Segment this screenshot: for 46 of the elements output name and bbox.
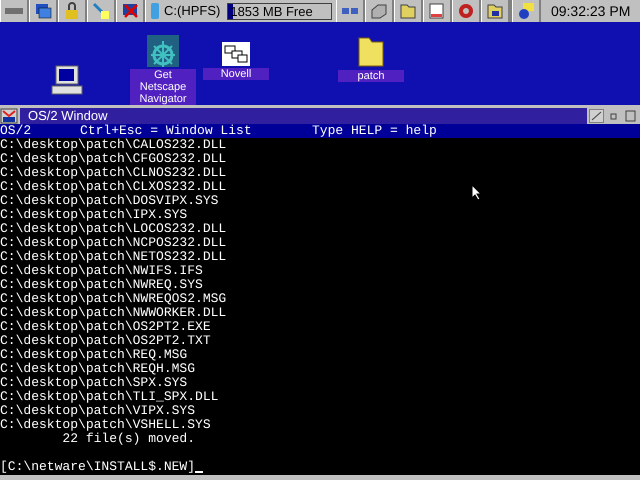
output-line: C:\desktop\patch\CALOS232.DLL xyxy=(0,138,226,152)
text-cursor xyxy=(195,471,204,473)
hide-button-icon[interactable] xyxy=(589,108,604,122)
output-line: C:\desktop\patch\OS2PT2.TXT xyxy=(0,334,211,348)
ship-wheel-icon[interactable] xyxy=(147,35,179,67)
output-line: C:\desktop\patch\VIPX.SYS xyxy=(0,404,196,418)
lock-icon[interactable] xyxy=(63,2,81,20)
output-line: C:\desktop\patch\OS2PT2.EXE xyxy=(0,320,211,334)
output-line: C:\desktop\patch\CLXOS232.DLL xyxy=(0,180,226,194)
output-line: C:\desktop\patch\LOCOS232.DLL xyxy=(0,222,226,236)
computer-icon[interactable] xyxy=(50,64,84,96)
output-line: 22 file(s) moved. xyxy=(61,432,196,446)
clock: 09:32:23 PM xyxy=(550,3,632,19)
output-line: C:\desktop\patch\REQ.MSG xyxy=(0,348,188,362)
windows-icon[interactable] xyxy=(222,42,250,66)
output-line: C:\desktop\patch\DOSVIPX.SYS xyxy=(0,194,218,208)
folder-icon[interactable] xyxy=(357,36,385,68)
windows-icon[interactable] xyxy=(34,2,52,20)
icon-label[interactable]: Novell xyxy=(203,68,269,80)
output-line: C:\desktop\patch\IPX.SYS xyxy=(0,208,188,222)
output-line: C:\desktop\patch\CFGOS232.DLL xyxy=(0,152,226,166)
output-line: C:\desktop\patch\TLI_SPX.DLL xyxy=(0,390,218,404)
window-title: OS/2 Window xyxy=(27,108,108,122)
output-line: C:\desktop\patch\NWREQOS2.MSG xyxy=(0,292,226,306)
output-line: C:\desktop\patch\NWREQ.SYS xyxy=(0,278,203,292)
header-text: OS/2 xyxy=(0,124,32,138)
mouse-pointer-icon xyxy=(471,184,482,201)
header-text: Type HELP = help xyxy=(312,124,437,138)
header-text: Ctrl+Esc = Window List xyxy=(80,124,253,138)
drive-label: C:(HPFS) xyxy=(164,3,220,19)
folder-icon[interactable] xyxy=(399,2,418,20)
folder-icon[interactable] xyxy=(486,2,504,20)
system-menu-icon[interactable] xyxy=(0,108,18,124)
monitor-icon[interactable] xyxy=(121,2,139,20)
icon-label[interactable]: Get Netscape Navigator xyxy=(130,69,196,105)
output-line: C:\desktop\patch\CLNOS232.DLL xyxy=(0,166,226,180)
output-line: C:\desktop\patch\REQH.MSG xyxy=(0,362,196,376)
output-line: C:\desktop\patch\NETOS232.DLL xyxy=(0,250,226,264)
output-line: C:\desktop\patch\VSHELL.SYS xyxy=(0,418,211,432)
output-line: C:\desktop\patch\NWIFS.IFS xyxy=(0,264,203,278)
output-line: C:\desktop\patch\SPX.SYS xyxy=(0,376,188,390)
output-line: C:\desktop\patch\NWWORKER.DLL xyxy=(0,306,226,320)
output-line: C:\desktop\patch\NCPOS232.DLL xyxy=(0,236,226,250)
icon-label[interactable]: patch xyxy=(338,70,404,82)
command-prompt: [C:\netware\INSTALL$.NEW] xyxy=(0,460,196,474)
maximize-button-icon[interactable] xyxy=(623,108,638,122)
